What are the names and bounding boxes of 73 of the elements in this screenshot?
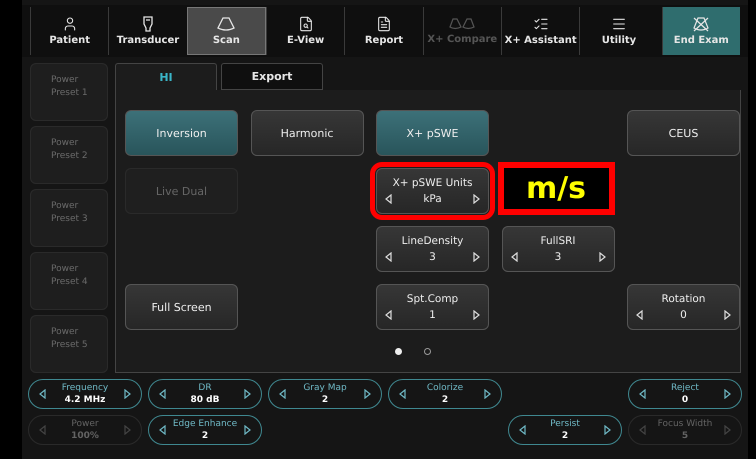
knob-label: DR	[198, 382, 212, 394]
crossed-fan-icon	[692, 16, 710, 32]
toolbar-tab[interactable]: Scan	[186, 7, 266, 55]
left-caret-icon[interactable]	[159, 389, 166, 399]
knob-label: Persist	[550, 418, 580, 430]
end-exam-button[interactable]: End Exam	[662, 7, 740, 55]
tab[interactable]: Export	[221, 63, 323, 90]
knob-label: Reject	[671, 382, 699, 394]
toolbar-tab[interactable]: E-View	[266, 7, 344, 55]
fan-icon	[216, 16, 236, 32]
toolbar-tab[interactable]: Patient	[30, 7, 108, 55]
stepper-label: LineDensity	[402, 235, 464, 247]
list-icon	[532, 16, 549, 32]
knob-value: 2	[202, 430, 208, 442]
parameter-knob[interactable]: Frequency 4.2 MHz	[28, 379, 142, 409]
knob-label: Gray Map	[303, 382, 347, 394]
toolbar-tab[interactable]: Report	[344, 7, 423, 55]
knob-value: 80 dB	[190, 394, 220, 406]
left-caret-icon[interactable]	[639, 389, 646, 399]
toggle-button[interactable]: Inversion	[125, 110, 238, 156]
fans-icon	[449, 17, 476, 31]
parameter-knob[interactable]: DR 80 dB	[148, 379, 262, 409]
left-caret-icon[interactable]	[399, 389, 406, 399]
right-caret-icon[interactable]	[244, 425, 251, 435]
right-caret-icon[interactable]	[484, 389, 491, 399]
stepper-label: Rotation	[662, 293, 706, 305]
stepper-value: kPa	[423, 193, 442, 205]
toggle-button[interactable]: X+ pSWE	[376, 110, 489, 156]
knob-value: 2	[322, 394, 328, 406]
right-caret-icon[interactable]	[604, 425, 611, 435]
right-caret-icon[interactable]	[364, 389, 371, 399]
stepper-value: 1	[429, 309, 436, 321]
knob-value: 5	[682, 430, 688, 442]
left-caret-icon[interactable]	[519, 425, 526, 435]
stepper-value: 3	[429, 251, 436, 263]
tab[interactable]: HI	[115, 63, 217, 90]
knob-label: Power	[71, 418, 99, 430]
right-caret-icon[interactable]	[244, 389, 251, 399]
left-caret-icon[interactable]	[279, 389, 286, 399]
probe-icon	[142, 16, 154, 32]
left-caret-icon[interactable]	[39, 389, 46, 399]
toggle-button[interactable]: Full Screen	[125, 284, 238, 330]
page-indicator-dot[interactable]	[424, 348, 430, 355]
knob-value: 2	[562, 430, 568, 442]
knob-label: Focus Width	[658, 418, 712, 430]
stepper-value: 0	[680, 309, 687, 321]
right-caret-icon[interactable]	[124, 389, 131, 399]
knob-label: Frequency	[62, 382, 108, 394]
parameter-knob[interactable]: Gray Map 2	[268, 379, 382, 409]
right-caret-icon[interactable]	[724, 389, 731, 399]
knob-value: 0	[682, 394, 688, 406]
toolbar-tab[interactable]: X+ Assistant	[500, 7, 580, 55]
stepper-label: X+ pSWE Units	[392, 177, 472, 189]
knob-value: 2	[442, 394, 448, 406]
knob-label: Edge Enhance	[172, 418, 238, 430]
annotation-callout: m/s	[498, 162, 614, 215]
stepper-label: Spt.Comp	[406, 293, 458, 305]
stepper-label: FullSRI	[540, 235, 576, 247]
stepper-value: 3	[554, 251, 562, 263]
menu-icon	[610, 16, 627, 32]
parameter-knob[interactable]: Colorize 2	[388, 379, 502, 409]
knob-value: 4.2 MHz	[64, 394, 106, 406]
parameter-knob[interactable]: Reject 0	[628, 379, 742, 409]
toggle-button[interactable]: Harmonic	[250, 110, 364, 156]
left-caret-icon[interactable]	[159, 425, 166, 435]
document-icon	[376, 16, 392, 32]
parameter-knob[interactable]: Persist 2	[508, 415, 622, 445]
toggle-button[interactable]: CEUS	[627, 110, 740, 156]
knob-value: 100%	[71, 430, 99, 442]
document-search-icon	[298, 16, 314, 32]
knob-label: Colorize	[426, 382, 464, 394]
toolbar-tab[interactable]: Utility	[579, 7, 658, 55]
parameter-knob[interactable]: Edge Enhance 2	[148, 415, 262, 445]
